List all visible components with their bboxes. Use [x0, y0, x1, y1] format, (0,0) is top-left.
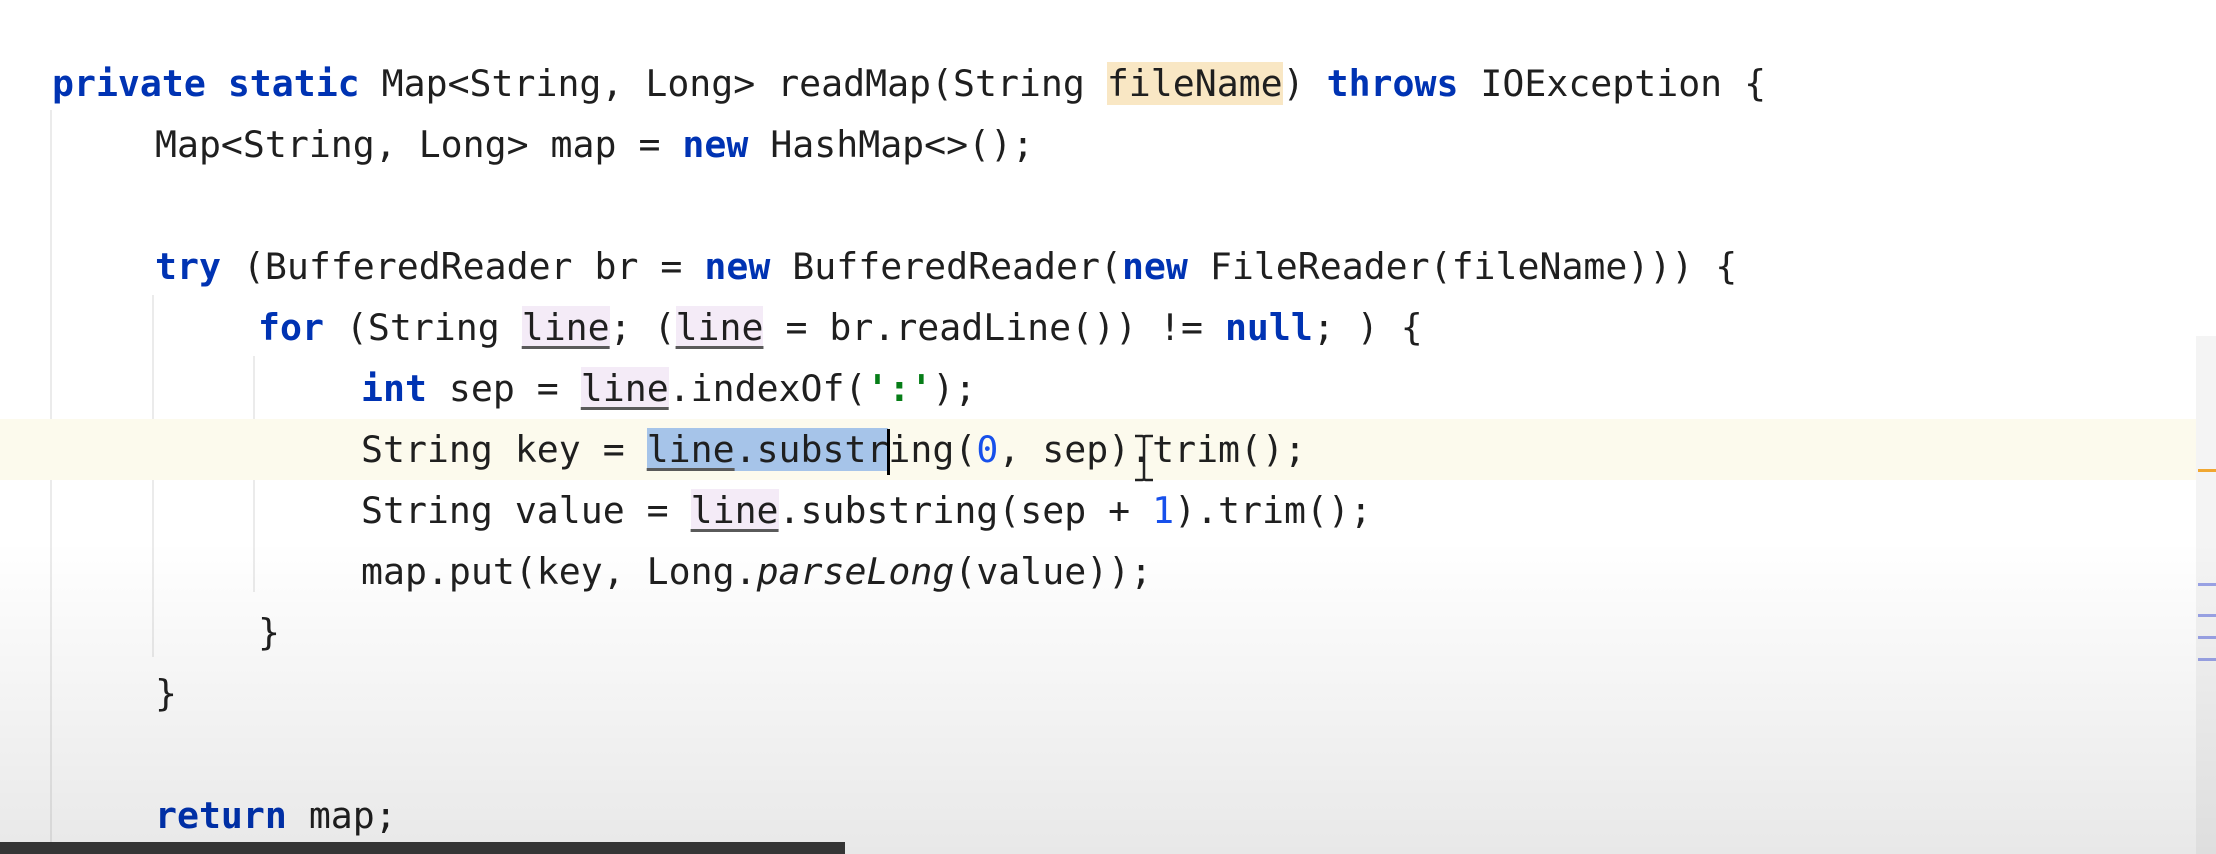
keyword: int — [361, 367, 427, 410]
usage-marker[interactable] — [2198, 658, 2216, 661]
number-literal: 1 — [1152, 489, 1175, 532]
code-text: ).trim(); — [1174, 489, 1372, 532]
number-literal: 0 — [976, 428, 999, 471]
code-line-5[interactable]: for (String line; (line = br.readLine())… — [0, 297, 2216, 358]
static-method-call: parseLong — [756, 550, 955, 593]
code-text: (String — [323, 306, 522, 349]
warning-marker[interactable] — [2198, 469, 2216, 472]
variable-reference: line — [580, 367, 669, 410]
string-literal: ':' — [866, 367, 933, 410]
code-text: String value = — [361, 489, 691, 532]
keyword: for — [258, 306, 324, 349]
code-text: FileReader(fileName))) { — [1187, 245, 1738, 288]
code-text: .substr — [734, 428, 889, 471]
keyword: private — [52, 62, 206, 105]
editor-scrollbar-strip[interactable] — [2196, 336, 2216, 854]
code-text: ing( — [888, 428, 977, 471]
code-text: map; — [286, 794, 397, 837]
code-text: .substring(sep + — [778, 489, 1153, 532]
video-progress-bar[interactable] — [0, 842, 845, 854]
code-line-11[interactable]: } — [0, 663, 2216, 724]
usage-marker[interactable] — [2198, 614, 2216, 617]
closing-brace: } — [155, 672, 177, 715]
code-text: ; ( — [609, 306, 676, 349]
code-text: (BufferedReader br = — [220, 245, 705, 288]
code-editor[interactable]: private static Map<String, Long> readMap… — [0, 0, 2216, 854]
code-line-13[interactable]: return map; — [0, 785, 2216, 846]
code-text: Map<String, Long> map = — [155, 123, 683, 166]
variable-reference: line — [521, 306, 610, 349]
keyword: new — [704, 245, 771, 288]
code-text: HashMap<>(); — [748, 123, 1035, 166]
keyword: null — [1224, 306, 1313, 349]
code-line-2[interactable]: Map<String, Long> map = new HashMap<>(); — [0, 114, 2216, 175]
code-text: Map<String, Long> readMap(String — [381, 62, 1107, 105]
keyword: return — [155, 794, 287, 837]
variable-reference: line — [675, 306, 764, 349]
keyword: throws — [1326, 62, 1459, 105]
code-line-10[interactable]: } — [0, 602, 2216, 663]
code-text: IOException { — [1458, 62, 1767, 105]
parameter-highlight: fileName — [1106, 62, 1283, 105]
code-text: ); — [932, 367, 977, 410]
keyword: new — [682, 123, 749, 166]
code-line-6[interactable]: int sep = line.indexOf(':'); — [0, 358, 2216, 419]
code-line-9[interactable]: map.put(key, Long.parseLong(value)); — [0, 541, 2216, 602]
code-text: ; ) { — [1312, 306, 1423, 349]
code-text: ) — [1282, 62, 1327, 105]
keyword: new — [1121, 245, 1188, 288]
variable-reference: line — [690, 489, 779, 532]
variable-reference: line — [646, 428, 735, 471]
code-line-4[interactable]: try (BufferedReader br = new BufferedRea… — [0, 236, 2216, 297]
code-text: map.put(key, Long. — [361, 550, 757, 593]
code-line-7-current[interactable]: String key = line.substring(0, sep).trim… — [0, 419, 2216, 480]
keyword: try — [155, 245, 221, 288]
code-text: = br.readLine()) != — [763, 306, 1225, 349]
code-text: String key = — [361, 428, 647, 471]
usage-marker[interactable] — [2198, 636, 2216, 639]
code-text: .indexOf( — [668, 367, 867, 410]
code-text: (value)); — [954, 550, 1153, 593]
code-line-8[interactable]: String value = line.substring(sep + 1).t… — [0, 480, 2216, 541]
selected-text[interactable]: line.substr — [646, 428, 889, 471]
ibeam-cursor-icon — [1135, 434, 1153, 482]
usage-marker[interactable] — [2198, 583, 2216, 586]
closing-brace: } — [258, 611, 280, 654]
code-line-1[interactable]: private static Map<String, Long> readMap… — [0, 53, 2216, 114]
keyword: static — [227, 62, 360, 105]
code-text: sep = — [426, 367, 581, 410]
code-text: BufferedReader( — [770, 245, 1122, 288]
